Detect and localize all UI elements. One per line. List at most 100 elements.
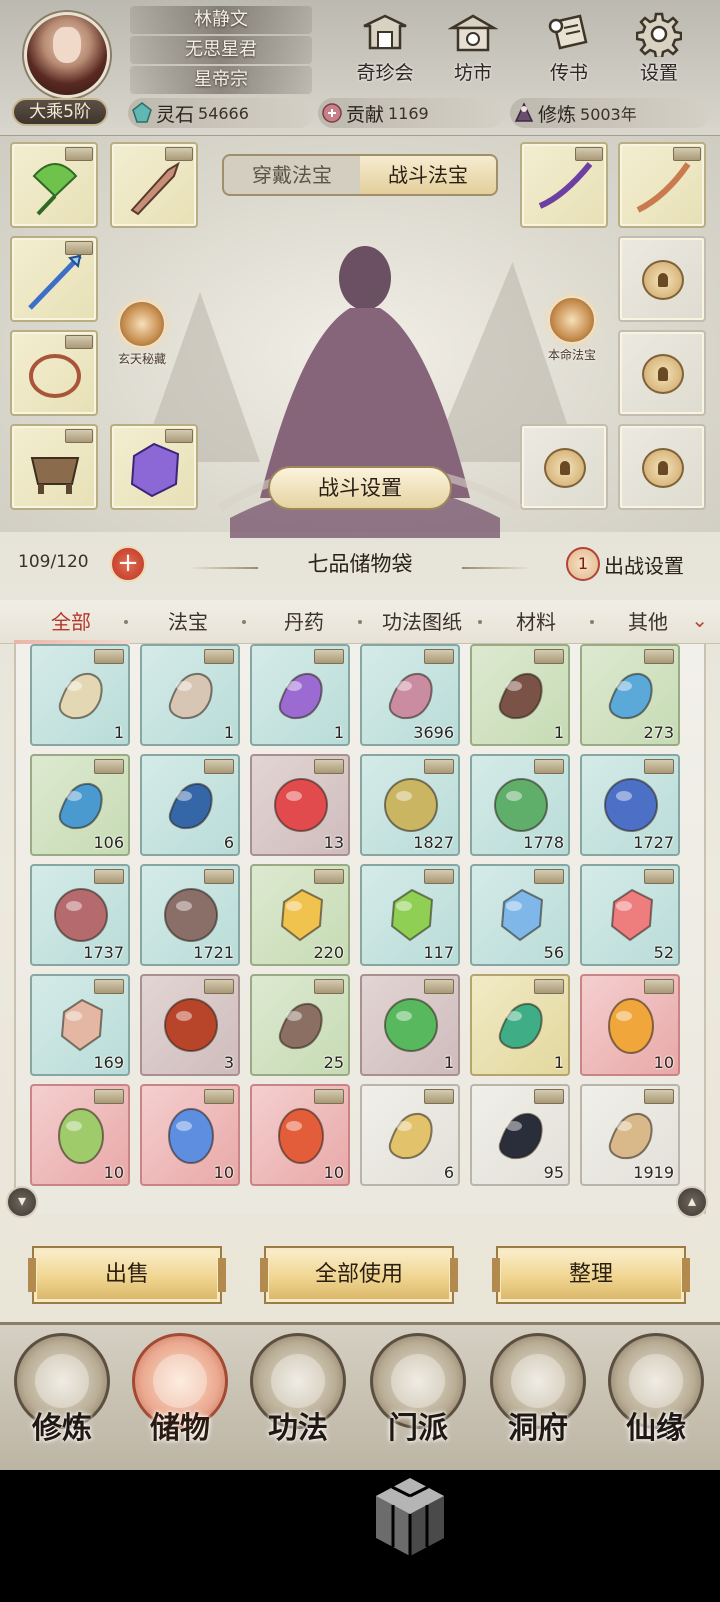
market-button[interactable]: 坊市	[434, 10, 512, 90]
inventory-cell[interactable]: 6	[360, 1084, 460, 1186]
deploy-count-badge: 1	[566, 547, 600, 581]
deploy-settings-button[interactable]: 1 出战设置	[566, 546, 684, 582]
inventory-cell[interactable]: 1	[30, 644, 130, 746]
realm-badge: 大乘5阶	[12, 98, 108, 126]
equip-slot-fan[interactable]	[10, 142, 98, 228]
equip-slot-bow-purple[interactable]	[520, 142, 608, 228]
system-nav-bar	[0, 1470, 720, 1602]
blue-spear-icon	[28, 254, 82, 310]
inventory-cell[interactable]: 95	[470, 1084, 570, 1186]
equip-slot-ring[interactable]	[10, 330, 98, 416]
treasure-pavilion-button[interactable]: 奇珍会	[346, 10, 424, 90]
scroll-up-icon[interactable]: ▴	[676, 1186, 708, 1218]
item-count: 273	[643, 723, 674, 742]
battle-settings-button[interactable]: 战斗设置	[268, 466, 452, 510]
inventory-cell[interactable]: 106	[30, 754, 130, 856]
inventory-cell[interactable]: 52	[580, 864, 680, 966]
tab-separator	[242, 620, 246, 624]
settings-button[interactable]: 设置	[620, 10, 698, 90]
natal-treasure-button[interactable]: 本命法宝	[542, 296, 602, 363]
inventory-cell[interactable]: 1919	[580, 1084, 680, 1186]
inventory-cell[interactable]: 3	[140, 974, 240, 1076]
equip-tab-switch: 穿戴法宝 战斗法宝	[222, 154, 498, 196]
floating-cube-icon[interactable]	[372, 1474, 448, 1560]
tab-battle-treasure[interactable]: 战斗法宝	[360, 156, 496, 194]
tab-all[interactable]: 全部	[30, 600, 112, 644]
amethyst-block-icon	[130, 442, 180, 498]
inventory-cell[interactable]: 1778	[470, 754, 570, 856]
inventory-cell[interactable]: 117	[360, 864, 460, 966]
tab-separator	[124, 620, 128, 624]
inventory-cell[interactable]: 1	[470, 974, 570, 1076]
tab-technique-blueprints[interactable]: 功法图纸	[364, 600, 480, 644]
tab-materials[interactable]: 材料	[490, 600, 582, 644]
item-count: 56	[543, 943, 564, 962]
contribution-counter[interactable]: 贡献 1169	[318, 98, 504, 128]
nav-technique[interactable]: 功法	[242, 1333, 354, 1469]
tab-treasure[interactable]: 法宝	[146, 600, 230, 644]
inventory-cell[interactable]: 1	[470, 644, 570, 746]
inventory-cell[interactable]: 220	[250, 864, 350, 966]
inventory-cell[interactable]: 1737	[30, 864, 130, 966]
item-count: 117	[423, 943, 454, 962]
settings-label: 设置	[639, 62, 678, 84]
nav-fate-label: 仙缘	[626, 1411, 686, 1446]
inventory-cell[interactable]: 10	[580, 974, 680, 1076]
inventory-cell[interactable]: 1721	[140, 864, 240, 966]
inventory-cell[interactable]: 10	[30, 1084, 130, 1186]
nav-storage[interactable]: 储物	[124, 1333, 236, 1469]
inventory-cell[interactable]: 25	[250, 974, 350, 1076]
quality-tag	[534, 979, 564, 994]
inventory-cell[interactable]: 1	[250, 644, 350, 746]
inventory-cell[interactable]: 3696	[360, 644, 460, 746]
mystic-vault-button[interactable]: 玄天秘藏	[112, 300, 172, 367]
item-count: 220	[313, 943, 344, 962]
chevron-down-icon[interactable]: ⌄	[691, 608, 708, 632]
letter-button[interactable]: 传书	[530, 10, 608, 90]
locked-slot[interactable]	[618, 330, 706, 416]
equip-slot-bow-copper[interactable]	[618, 142, 706, 228]
bronze-ring-icon	[29, 354, 81, 398]
equip-slot-crystal[interactable]	[110, 424, 198, 510]
inventory-cell[interactable]: 1	[140, 644, 240, 746]
inventory-cell[interactable]: 10	[140, 1084, 240, 1186]
sell-button[interactable]: 出售	[28, 1246, 226, 1304]
sort-button[interactable]: 整理	[492, 1246, 690, 1304]
locked-slot[interactable]	[618, 424, 706, 510]
equip-slot-blade[interactable]	[110, 142, 198, 228]
expand-bag-button[interactable]: +	[110, 546, 146, 582]
tab-pills[interactable]: 丹药	[262, 600, 346, 644]
profile-avatar-block[interactable]: 大乘5阶	[10, 4, 125, 126]
scroll-down-icon[interactable]: ▾	[6, 1186, 38, 1218]
item-count: 95	[543, 1163, 564, 1182]
inventory-cell[interactable]: 6	[140, 754, 240, 856]
cultivation-counter[interactable]: 修炼 5003年	[510, 98, 710, 128]
inventory-cell[interactable]: 1	[360, 974, 460, 1076]
lock-icon	[642, 260, 684, 300]
nav-sect[interactable]: 门派	[362, 1333, 474, 1469]
inventory-cell[interactable]: 1727	[580, 754, 680, 856]
item-count: 3696	[413, 723, 454, 742]
avatar[interactable]	[24, 12, 110, 98]
inventory-cell[interactable]: 13	[250, 754, 350, 856]
contribution-value: 1169	[388, 103, 429, 123]
nav-fate[interactable]: 仙缘	[600, 1333, 712, 1469]
nav-cultivate[interactable]: 修炼	[6, 1333, 118, 1469]
gourd-item-icon	[498, 672, 543, 720]
equip-slot-spear[interactable]	[10, 236, 98, 322]
locked-slot[interactable]	[618, 236, 706, 322]
inventory-cell[interactable]: 273	[580, 644, 680, 746]
inventory-cell[interactable]: 1827	[360, 754, 460, 856]
short-blade-icon	[130, 161, 180, 216]
spirit-stone-counter[interactable]: 灵石 54666	[128, 98, 314, 128]
tab-others[interactable]: 其他	[608, 600, 688, 644]
inventory-cell[interactable]: 56	[470, 864, 570, 966]
quality-tag	[314, 869, 344, 884]
use-all-button[interactable]: 全部使用	[260, 1246, 458, 1304]
nav-cave[interactable]: 洞府	[482, 1333, 594, 1469]
inventory-cell[interactable]: 10	[250, 1084, 350, 1186]
inventory-cell[interactable]: 169	[30, 974, 130, 1076]
equip-slot-cauldron[interactable]	[10, 424, 98, 510]
locked-slot[interactable]	[520, 424, 608, 510]
tab-wear-treasure[interactable]: 穿戴法宝	[224, 156, 360, 194]
